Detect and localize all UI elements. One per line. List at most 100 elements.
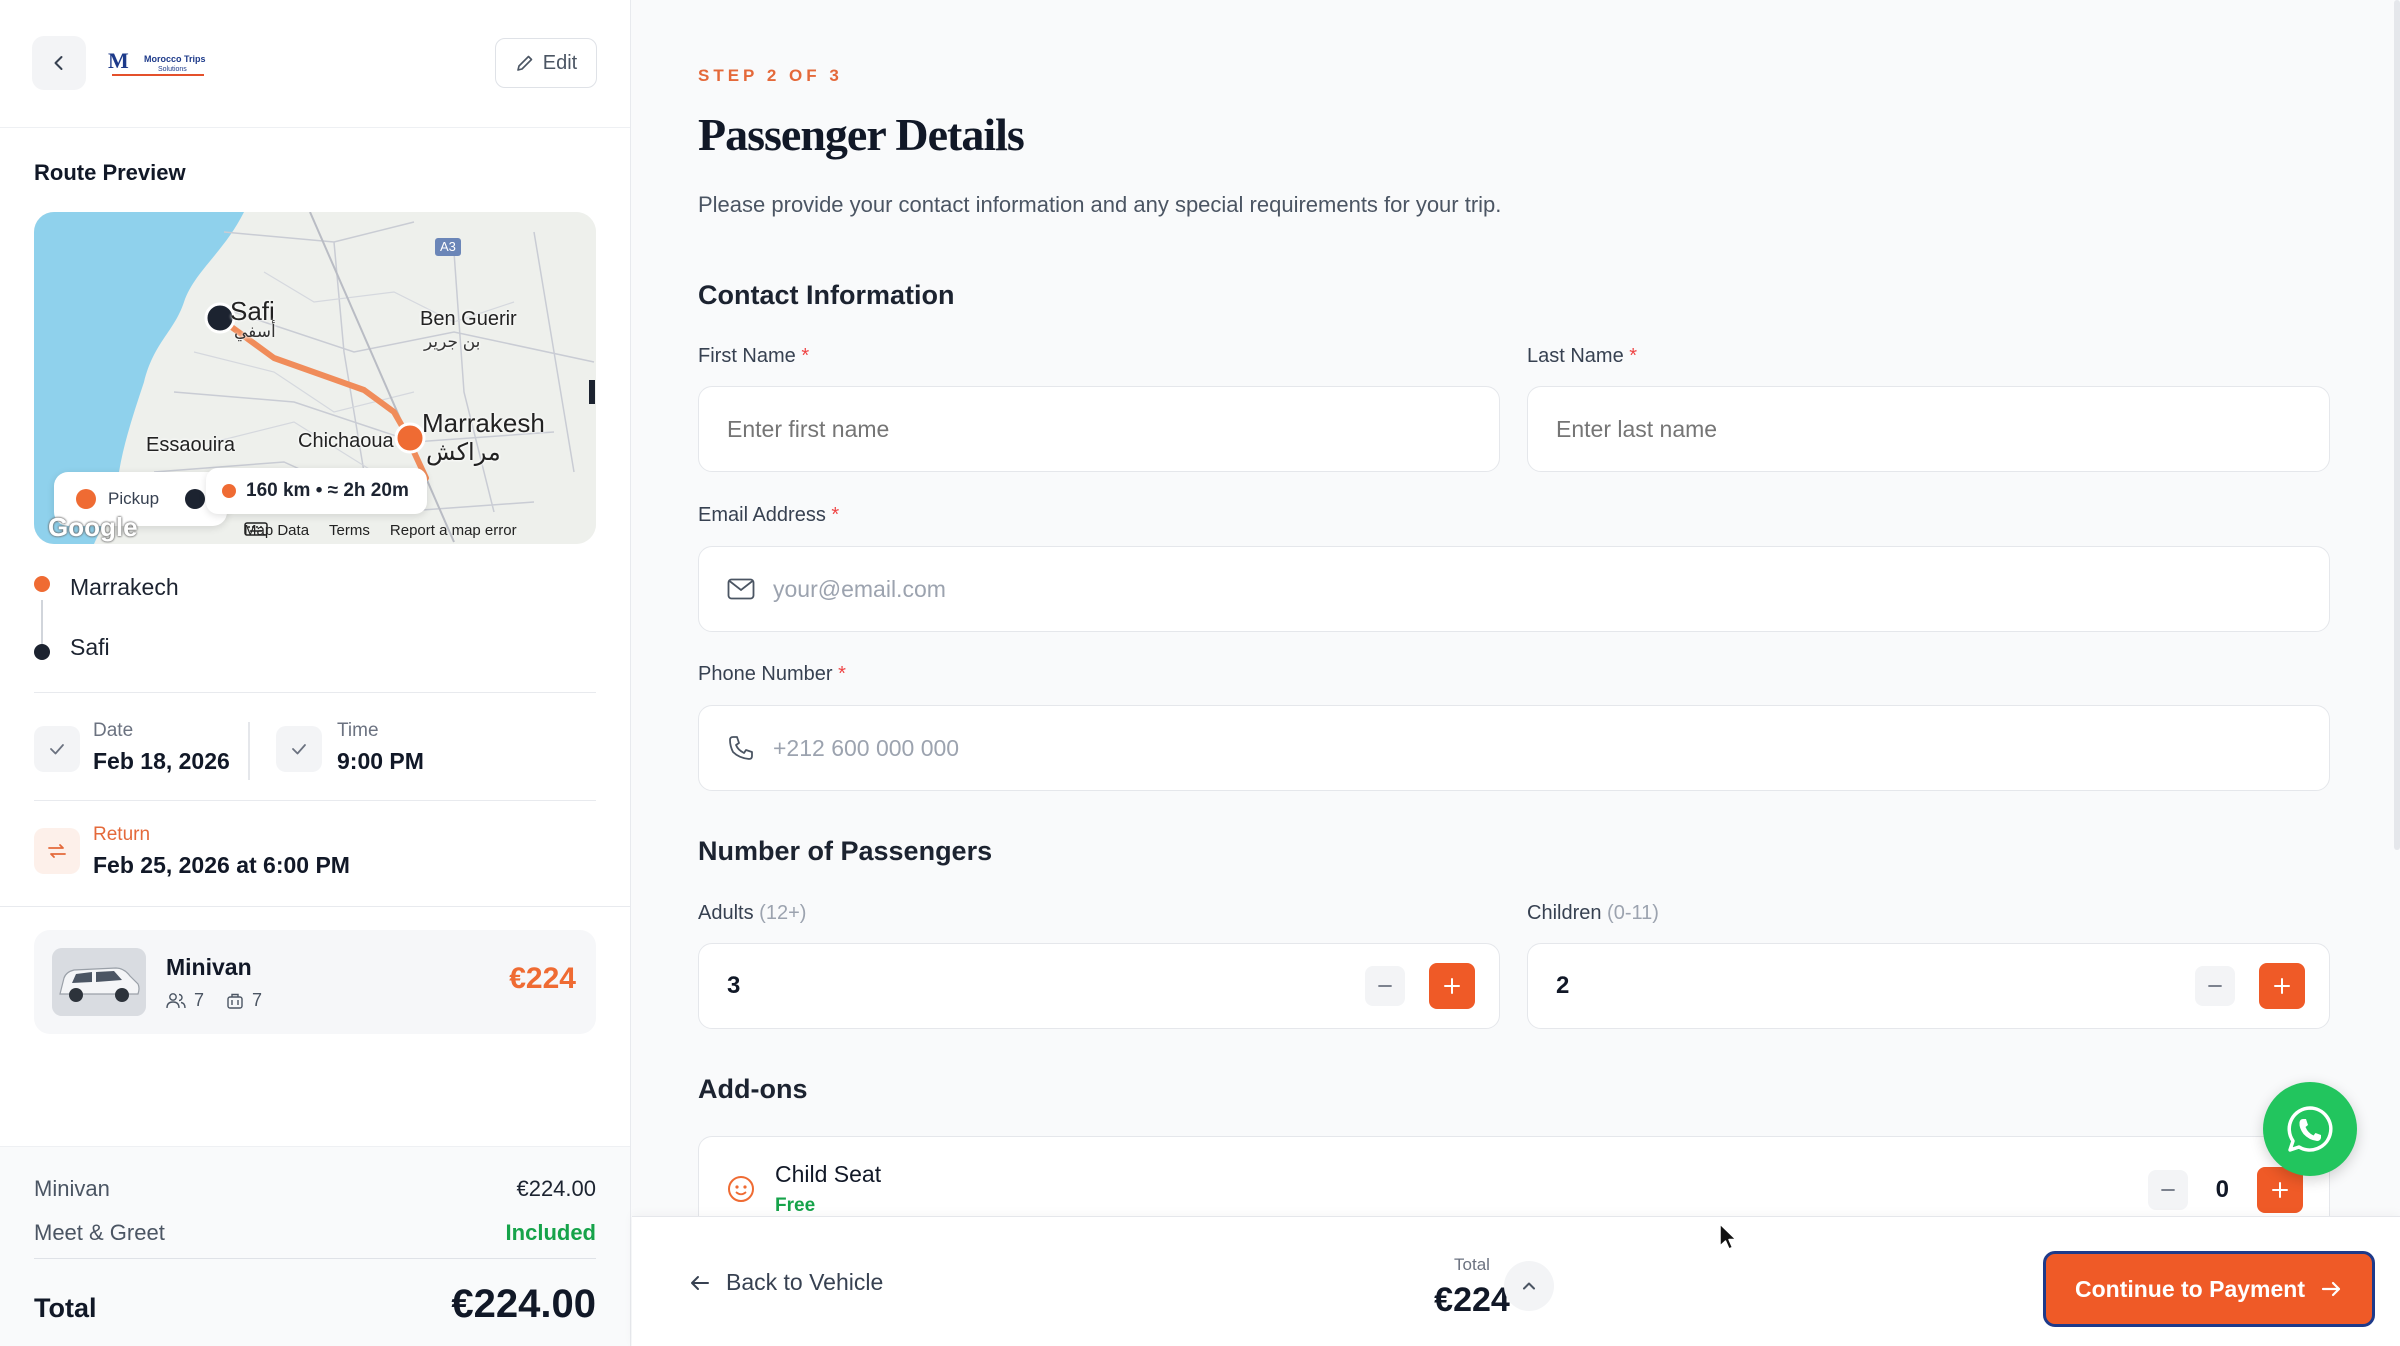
route-map[interactable]: A3 Safi أسفي Ben Guerir بن جرير Marrakes…	[34, 212, 596, 544]
mouse-cursor-icon	[1719, 1223, 1737, 1250]
dropoff-stop-dot	[34, 644, 50, 660]
dropoff-dot-icon	[185, 489, 206, 509]
adults-increment-button[interactable]	[1429, 963, 1475, 1009]
addons-heading: Add-ons	[698, 1074, 808, 1104]
map-label-ben-guerir: Ben Guerir	[420, 308, 517, 330]
baby-icon	[725, 1173, 757, 1210]
phone-placeholder: +212 600 000 000	[773, 734, 960, 761]
arrow-right-icon	[2321, 1281, 2341, 1297]
dropoff-location: Safi	[70, 634, 110, 660]
expand-summary-button[interactable]	[1504, 1261, 1554, 1311]
whatsapp-button[interactable]	[2263, 1082, 2357, 1176]
children-label: Children (0-11)	[1527, 902, 1659, 924]
sidebar-header: M Morocco Trips Solutions Edit	[0, 0, 630, 128]
chevron-up-icon	[1523, 1282, 1535, 1290]
date-label: Date	[93, 720, 134, 741]
vehicle-luggage: 7	[252, 990, 263, 1010]
date-check-icon	[34, 726, 80, 772]
map-label-marrakesh: Marrakesh	[422, 408, 545, 438]
time-label: Time	[337, 720, 379, 741]
back-button[interactable]	[32, 36, 86, 90]
passengers-heading: Number of Passengers	[698, 836, 993, 866]
summary-total-label: Total	[34, 1293, 97, 1323]
route-distance-badge: 160 km • ≈ 2h 20m	[206, 468, 427, 514]
time-value: 9:00 PM	[337, 748, 424, 774]
first-name-input[interactable]	[698, 386, 1500, 472]
pickup-location: Marrakech	[70, 574, 179, 600]
brand-logo[interactable]: M Morocco Trips Solutions	[108, 44, 208, 80]
adults-decrement-button[interactable]	[1365, 966, 1405, 1006]
phone-field[interactable]: +212 600 000 000	[698, 705, 2330, 791]
vehicle-image	[52, 948, 146, 1016]
vehicle-capacity: 7 7	[166, 990, 262, 1011]
minus-icon	[2160, 1189, 2175, 1191]
whatsapp-icon	[2287, 1106, 2333, 1152]
vehicle-price: €224	[509, 962, 576, 995]
edit-button[interactable]: Edit	[495, 38, 597, 88]
route-preview-title: Route Preview	[34, 160, 186, 185]
map-label-chichaoua: Chichaoua	[298, 430, 394, 452]
summary-row-value: €224.00	[516, 1176, 596, 1201]
addon-quantity: 0	[2215, 1176, 2229, 1203]
map-label-essaouira: Essaouira	[146, 434, 235, 456]
brand-name: Morocco Trips	[144, 54, 206, 64]
summary-row-meet-greet: Meet & Greet Included	[34, 1220, 596, 1246]
route-stops: Marrakech Safi	[34, 570, 594, 680]
children-count: 2	[1556, 972, 1570, 999]
minus-icon	[1378, 985, 1392, 987]
addon-name: Child Seat	[775, 1161, 882, 1187]
keyboard-icon[interactable]	[244, 522, 268, 536]
vehicle-passengers: 7	[194, 990, 205, 1010]
page-title: Passenger Details	[698, 109, 1025, 160]
continue-label: Continue to Payment	[2074, 1275, 2305, 1302]
continue-to-payment-button[interactable]: Continue to Payment	[2043, 1251, 2375, 1327]
summary-row-label: Minivan	[34, 1176, 110, 1201]
summary-total: Total €224.00	[34, 1282, 596, 1327]
map-label-safi-ar: أسفي	[234, 322, 276, 341]
google-logo: Google	[48, 512, 138, 542]
adults-stepper: 3	[698, 943, 1500, 1029]
email-label: Email Address *	[698, 504, 840, 526]
phone-icon	[727, 734, 755, 762]
summary-row-label: Meet & Greet	[34, 1220, 165, 1245]
luggage-icon	[227, 993, 243, 1009]
children-increment-button[interactable]	[2259, 963, 2305, 1009]
users-icon	[166, 992, 186, 1008]
children-decrement-button[interactable]	[2195, 966, 2235, 1006]
addon-controls: 0	[2147, 1167, 2303, 1213]
pickup-stop-dot	[34, 576, 50, 592]
adults-label: Adults (12+)	[698, 902, 807, 924]
summary-row-value: Included	[505, 1220, 596, 1245]
arrow-left-icon	[691, 1275, 709, 1290]
map-report-link[interactable]: Report a map error	[390, 522, 517, 539]
back-to-vehicle-link[interactable]: Back to Vehicle	[688, 1269, 883, 1296]
date-value: Feb 18, 2026	[93, 748, 230, 774]
plus-icon	[2274, 978, 2290, 994]
last-name-label: Last Name *	[1527, 345, 1638, 367]
pencil-icon	[516, 55, 533, 71]
email-placeholder: your@email.com	[773, 575, 946, 602]
map-label-marrakesh-ar: مراكش	[426, 439, 501, 466]
map-label-ben-guerir-ar: بن جرير	[424, 332, 481, 351]
return-label: Return	[93, 824, 151, 845]
back-to-vehicle-label: Back to Vehicle	[726, 1269, 884, 1295]
divider	[34, 1258, 596, 1259]
scrollbar[interactable]	[2394, 0, 2400, 850]
mail-icon	[727, 578, 755, 600]
divider	[0, 906, 630, 907]
phone-label: Phone Number *	[698, 663, 846, 685]
chevron-left-icon	[54, 56, 63, 70]
route-dot-icon	[222, 484, 236, 498]
map-terms-link[interactable]: Terms	[329, 522, 370, 539]
page-subtitle: Please provide your contact information …	[698, 192, 1502, 217]
legend-pickup-label: Pickup	[108, 489, 160, 508]
return-icon	[34, 828, 80, 874]
adults-controls	[1365, 963, 1475, 1009]
step-indicator: STEP 2 OF 3	[698, 66, 843, 85]
vehicle-name: Minivan	[166, 954, 252, 980]
last-name-input[interactable]	[1527, 386, 2330, 472]
addon-decrement-button[interactable]	[2147, 1170, 2188, 1210]
route-distance: 160 km • ≈ 2h 20m	[246, 480, 409, 501]
email-field[interactable]: your@email.com	[698, 546, 2330, 632]
passenger-details-form: STEP 2 OF 3 Passenger Details Please pro…	[632, 0, 2400, 1346]
